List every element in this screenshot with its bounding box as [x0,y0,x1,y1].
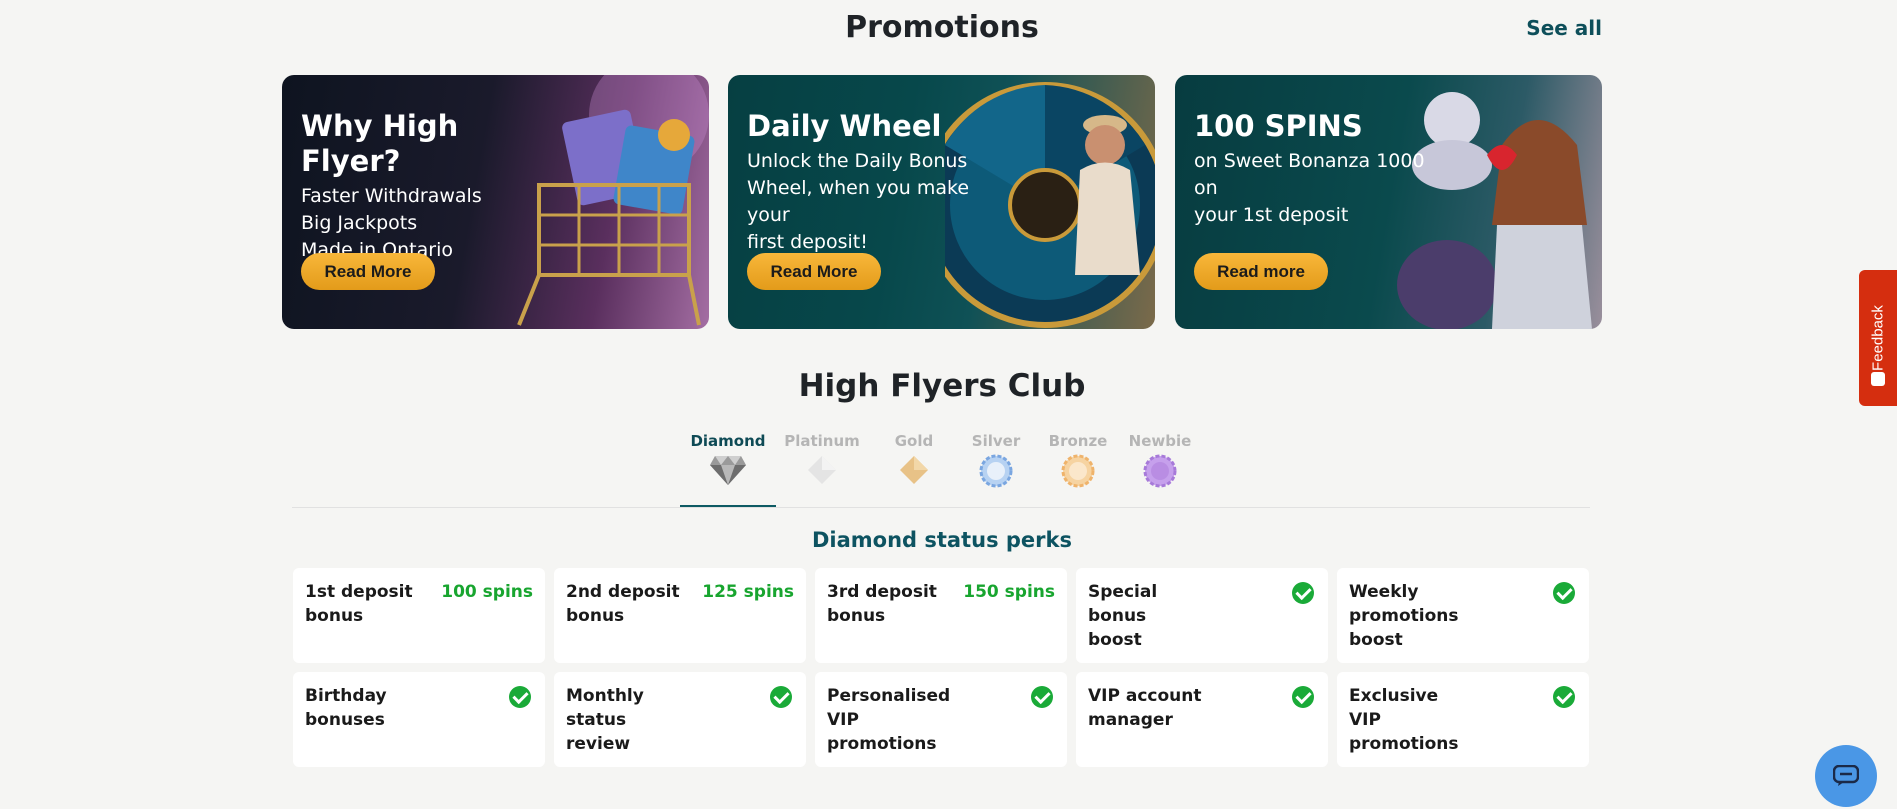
check-icon [509,686,531,708]
promotions-title: Promotions [845,10,1039,45]
promo-card-100-spins[interactable]: 100 SPINS on Sweet Bonanza 1000 on your … [1175,75,1602,329]
check-icon [1292,686,1314,708]
perk-card: Weekly promotions boost [1337,568,1589,663]
promo-card-line: first deposit! [747,230,868,253]
tab-newbie[interactable]: Newbie [1120,432,1200,508]
perk-name: 2nd deposit bonus [566,582,680,626]
read-more-button[interactable]: Read More [301,253,435,290]
tier-label: Newbie [1128,432,1192,450]
tier-label: Bronze [1048,432,1108,450]
promotions-header: Promotions See all [282,10,1602,50]
chat-button[interactable] [1815,745,1877,807]
diamond-icon [710,456,746,485]
tier-label: Gold [894,432,934,450]
check-icon [1553,686,1575,708]
promo-card-line: Wheel, when you make your [747,176,970,226]
perk-card: Birthday bonuses [293,672,545,767]
promo-card-line: Big Jackpots [301,211,418,234]
check-icon [1292,582,1314,604]
perk-value: 150 spins [963,582,1055,602]
promo-card-line: Faster Withdrawals [301,184,482,207]
perk-card: 1st deposit bonus 100 spins [293,568,545,663]
promotions-row: Why High Flyer? Faster Withdrawals Big J… [282,75,1602,329]
promo-card-daily-wheel[interactable]: Daily Wheel Unlock the Daily Bonus Wheel… [728,75,1155,329]
tier-tabs: Diamond Platinum Gold Silver Bronze Newb… [680,432,1191,508]
bronze-badge-icon [1061,454,1095,488]
promo-card-title: 100 SPINS [1194,109,1363,143]
newbie-badge-icon [1143,454,1177,488]
tab-bronze[interactable]: Bronze [1038,432,1118,508]
feedback-icon [1871,372,1885,386]
perk-card: 2nd deposit bonus 125 spins [554,568,806,663]
tab-diamond[interactable]: Diamond [680,432,776,508]
tabs-divider [292,507,1590,508]
perk-name: VIP account manager [1088,686,1202,730]
perk-name: Personalised VIP promotions [827,686,951,754]
see-all-link[interactable]: See all [1526,16,1602,40]
platinum-icon [808,456,836,484]
read-more-button[interactable]: Read More [747,253,881,290]
perk-card: Personalised VIP promotions [815,672,1067,767]
gold-icon [900,456,928,484]
perk-card: 3rd deposit bonus 150 spins [815,568,1067,663]
promo-card-why-high-flyer[interactable]: Why High Flyer? Faster Withdrawals Big J… [282,75,709,329]
check-icon [1553,582,1575,604]
feedback-label: Feedback [1869,305,1887,371]
tab-gold[interactable]: Gold [874,432,954,508]
tier-label: Diamond [690,432,766,450]
promo-card-line: your 1st deposit [1194,203,1349,226]
check-icon [770,686,792,708]
chat-icon [1833,765,1859,786]
perk-value: 125 spins [702,582,794,602]
club-title: High Flyers Club [798,368,1086,404]
feedback-tab[interactable]: Feedback [1859,270,1897,406]
perk-card: Special bonus boost [1076,568,1328,663]
tier-label: Platinum [784,432,860,450]
perk-card: Exclusive VIP promotions [1337,672,1589,767]
perk-name: 3rd deposit bonus [827,582,937,626]
perks-title: Diamond status perks [811,528,1072,552]
tab-silver[interactable]: Silver [956,432,1036,508]
perk-value: 100 spins [441,582,533,602]
perk-name: Monthly status review [566,686,644,754]
silver-badge-icon [979,454,1013,488]
perk-name: 1st deposit bonus [305,582,413,626]
promo-card-title: Daily Wheel [747,109,942,143]
perk-name: Birthday bonuses [305,686,387,730]
promo-card-text: 100 SPINS on Sweet Bonanza 1000 on your … [1194,109,1454,229]
promo-card-text: Daily Wheel Unlock the Daily Bonus Wheel… [747,109,1007,256]
tab-platinum[interactable]: Platinum [782,432,862,508]
perk-card: VIP account manager [1076,672,1328,767]
promo-card-title: Why High Flyer? [301,109,459,178]
read-more-button[interactable]: Read more [1194,253,1328,290]
perk-name: Exclusive VIP promotions [1349,686,1459,754]
tier-label: Silver [971,432,1021,450]
perk-name: Weekly promotions boost [1349,582,1459,650]
perk-name: Special bonus boost [1088,582,1158,650]
check-icon [1031,686,1053,708]
promo-card-text: Why High Flyer? Faster Withdrawals Big J… [301,109,561,264]
perk-card: Monthly status review [554,672,806,767]
promo-card-line: Unlock the Daily Bonus [747,149,968,172]
promo-card-line: on Sweet Bonanza 1000 on [1194,149,1425,199]
